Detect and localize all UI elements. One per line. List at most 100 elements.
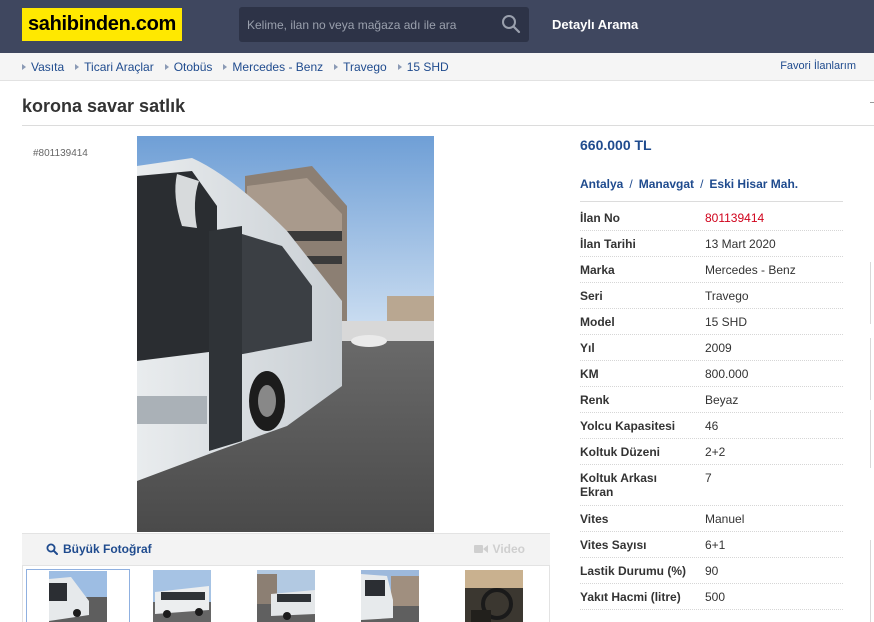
detail-row-lastik-durumu: Lastik Durumu (%) 90 <box>580 558 843 584</box>
breadcrumb-item-vasita[interactable]: Vasıta <box>22 60 64 74</box>
thumbnail-1[interactable] <box>26 569 130 622</box>
side-panel-edge <box>870 262 874 324</box>
detail-value: 46 <box>705 419 719 433</box>
breadcrumb-item-otobus[interactable]: Otobüs <box>164 60 213 74</box>
thumbnail-image <box>153 570 211 622</box>
breadcrumb-label: 15 SHD <box>406 60 449 74</box>
thumbnail-image <box>465 570 523 622</box>
bus-photo-image <box>137 136 434 532</box>
thumbnail-2[interactable] <box>130 569 234 622</box>
breadcrumb-item-mercedes-benz[interactable]: Mercedes - Benz <box>223 60 323 74</box>
video-camera-icon <box>473 545 488 553</box>
detail-key: İlan Tarihi <box>580 237 636 251</box>
listing-title: korona savar satlık <box>22 96 186 116</box>
thumbnail-image <box>49 571 107 622</box>
site-logo[interactable]: sahibinden.com <box>22 8 182 41</box>
detail-value: Beyaz <box>705 393 739 407</box>
large-photo-label: Büyük Fotoğraf <box>63 542 152 556</box>
caret-right-icon <box>397 64 402 70</box>
breadcrumb-item-travego[interactable]: Travego <box>334 60 387 74</box>
caret-right-icon <box>334 64 339 70</box>
detail-value: 90 <box>705 564 719 578</box>
detail-row-yolcu-kapasitesi: Yolcu Kapasitesi 46 <box>580 413 843 439</box>
detail-value: Manuel <box>705 512 745 526</box>
detail-key: Vites Sayısı <box>580 538 647 552</box>
favorite-listings-link[interactable]: Favori İlanlarım <box>780 60 856 72</box>
top-header: sahibinden.com Detaylı Arama <box>0 0 874 53</box>
location-district-link[interactable]: Manavgat <box>639 177 694 191</box>
location-city-link[interactable]: Antalya <box>580 177 623 191</box>
listing-location: Antalya / Manavgat / Eski Hisar Mah. <box>580 177 798 191</box>
detail-value: 7 <box>705 471 712 485</box>
detail-key: Seri <box>580 289 603 303</box>
detail-value: 15 SHD <box>705 315 748 329</box>
video-label: Video <box>492 542 525 556</box>
large-photo-button[interactable]: Büyük Fotoğraf <box>46 542 152 556</box>
thumbnail-image <box>257 570 315 622</box>
detail-value: Travego <box>705 289 749 303</box>
breadcrumb-label: Ticari Araçlar <box>84 60 154 74</box>
breadcrumb-label: Travego <box>343 60 387 74</box>
detail-value: Mercedes - Benz <box>705 263 796 277</box>
thumbnail-5[interactable] <box>442 569 546 622</box>
detail-key: Renk <box>580 393 610 407</box>
breadcrumb-label: Mercedes - Benz <box>232 60 324 74</box>
detail-row-vites: Vites Manuel <box>580 506 843 532</box>
listing-details-table: İlan No 801139414 İlan Tarihi 13 Mart 2020… <box>580 205 843 610</box>
location-separator: / <box>629 177 633 191</box>
detail-value: 2+2 <box>705 445 726 459</box>
side-panel-edge <box>870 540 874 622</box>
detail-row-ilan-no: İlan No 801139414 <box>580 205 843 231</box>
search-icon[interactable] <box>501 14 521 34</box>
listing-price: 660.000 TL <box>580 137 652 153</box>
caret-right-icon <box>164 64 169 70</box>
caret-right-icon <box>75 64 80 70</box>
detail-value: 801139414 <box>705 211 765 225</box>
location-divider <box>580 201 843 202</box>
breadcrumb-item-ticari-araclar[interactable]: Ticari Araçlar <box>75 60 154 74</box>
location-separator: / <box>700 177 704 191</box>
side-panel-edge <box>870 410 874 468</box>
detail-key: İlan No <box>580 211 621 225</box>
caret-right-icon <box>22 64 26 70</box>
search-input[interactable] <box>247 7 495 42</box>
detail-value: 800.000 <box>705 367 749 381</box>
detail-key: Koltuk Düzeni <box>580 445 660 459</box>
detail-key: Yakıt Hacmi (litre) <box>580 590 681 604</box>
advanced-search-link[interactable]: Detaylı Arama <box>552 17 638 32</box>
gallery-toolbar: Büyük Fotoğraf Video <box>22 533 550 565</box>
detail-row-model: Model 15 SHD <box>580 309 843 335</box>
title-tick <box>870 102 874 103</box>
breadcrumb-label: Otobüs <box>173 60 213 74</box>
detail-key: Yıl <box>580 341 595 355</box>
magnifier-icon <box>46 543 58 555</box>
title-divider <box>22 125 874 126</box>
detail-value: 6+1 <box>705 538 726 552</box>
logo-text: sahibinden.com <box>27 13 177 35</box>
detail-row-renk: Renk Beyaz <box>580 387 843 413</box>
main-photo[interactable] <box>137 136 434 532</box>
breadcrumb-bar: Vasıta Ticari Araçlar Otobüs Mercedes - … <box>0 53 874 81</box>
detail-key: KM <box>580 367 599 381</box>
detail-row-vites-sayisi: Vites Sayısı 6+1 <box>580 532 843 558</box>
thumbnail-3[interactable] <box>234 569 338 622</box>
listing-id-tag: #801139414 <box>33 148 88 159</box>
detail-key: Marka <box>580 263 615 277</box>
detail-row-seri: Seri Travego <box>580 283 843 309</box>
detail-key: Model <box>580 315 615 329</box>
detail-row-km: KM 800.000 <box>580 361 843 387</box>
thumbnail-strip <box>22 565 550 622</box>
location-neighborhood-link[interactable]: Eski Hisar Mah. <box>709 177 798 191</box>
detail-value: 500 <box>705 590 726 604</box>
breadcrumb-item-15-shd[interactable]: 15 SHD <box>397 60 449 74</box>
search-box <box>239 7 529 42</box>
thumbnail-4[interactable] <box>338 569 442 622</box>
thumbnail-image <box>361 570 419 622</box>
detail-row-koltuk-arkasi-ekran: Koltuk Arkası Ekran 7 <box>580 465 843 506</box>
detail-row-marka: Marka Mercedes - Benz <box>580 257 843 283</box>
breadcrumb: Vasıta Ticari Araçlar Otobüs Mercedes - … <box>22 60 460 74</box>
detail-value: 2009 <box>705 341 732 355</box>
detail-key: Vites <box>580 512 609 526</box>
side-panel-edge <box>870 338 874 400</box>
detail-key: Koltuk Arkası Ekran <box>580 471 657 499</box>
